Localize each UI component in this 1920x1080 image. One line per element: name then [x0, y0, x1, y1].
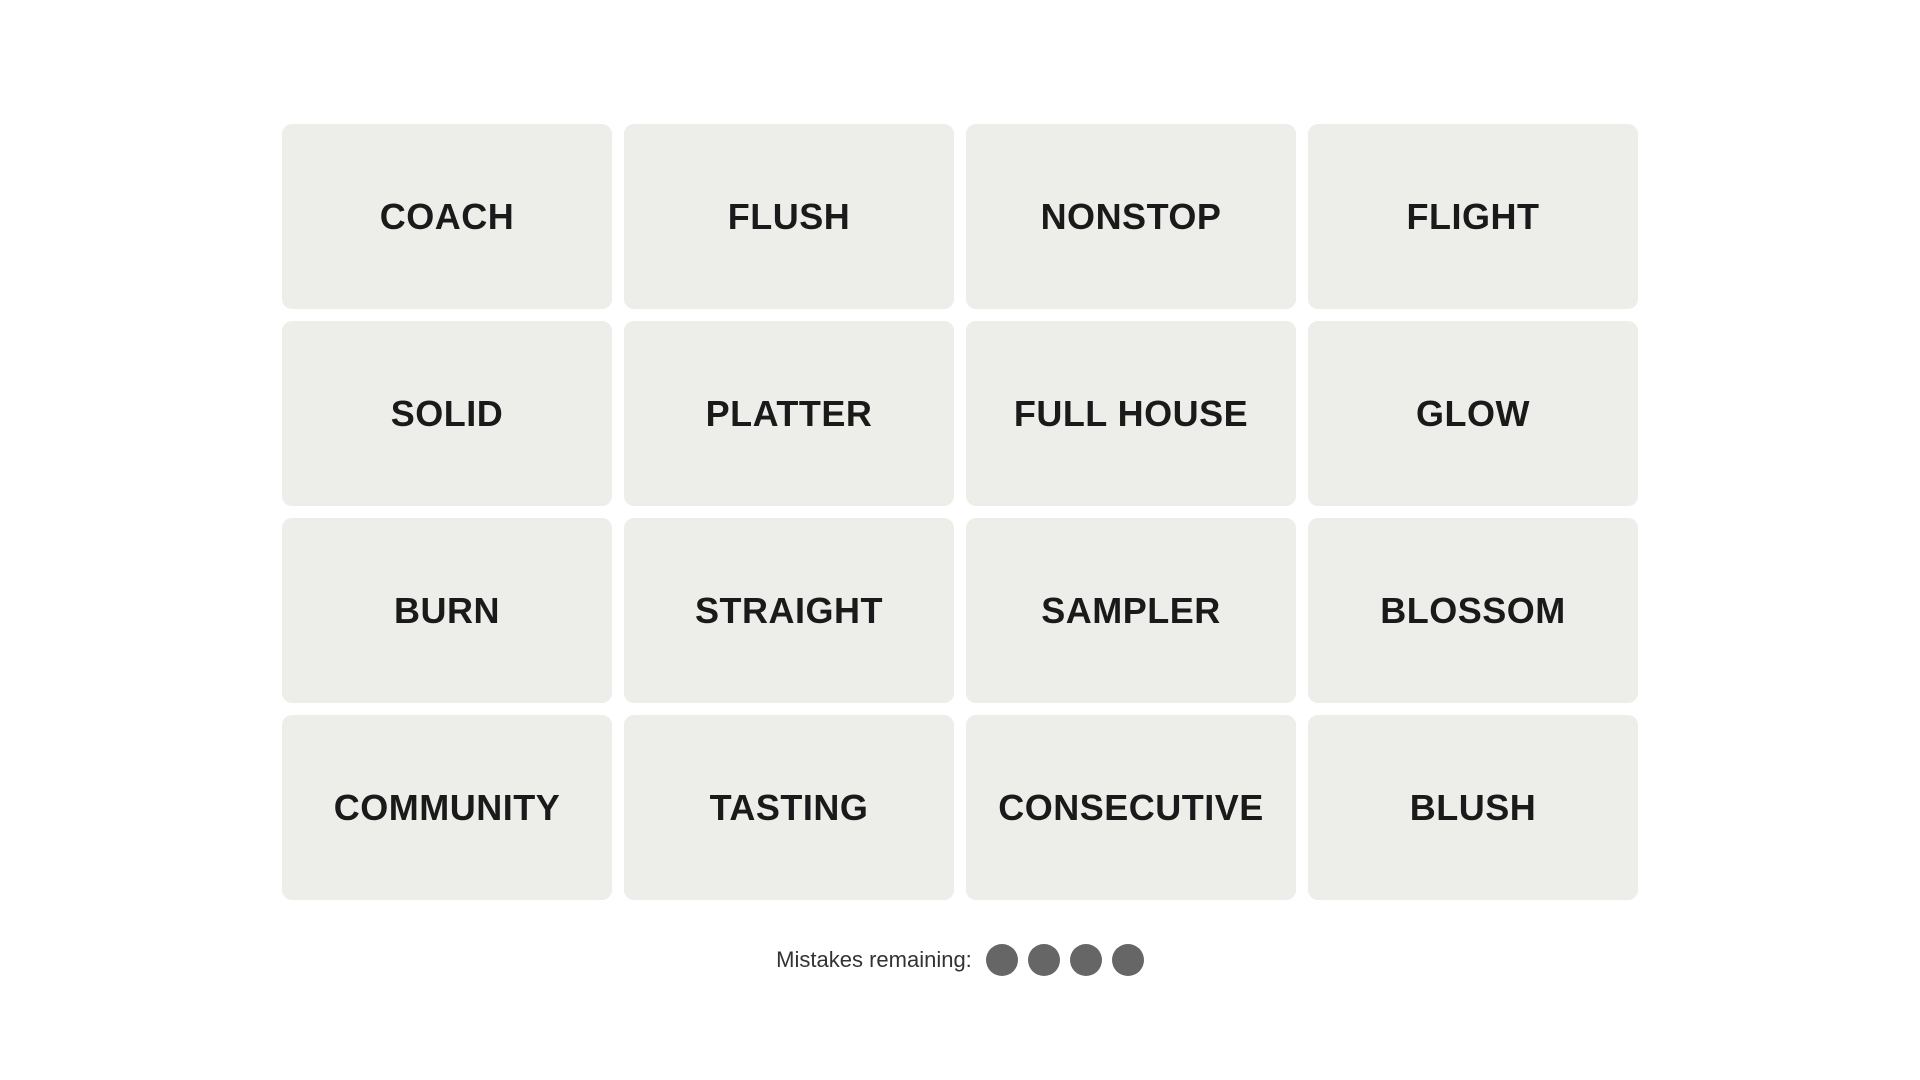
word-card-blossom[interactable]: BLOSSOM	[1308, 518, 1638, 703]
mistake-dot-1	[986, 944, 1018, 976]
mistake-dot-3	[1070, 944, 1102, 976]
mistakes-row: Mistakes remaining:	[776, 944, 1144, 976]
word-card-solid[interactable]: SOLID	[282, 321, 612, 506]
word-label-flush: FLUSH	[728, 196, 851, 238]
mistakes-dots	[986, 944, 1144, 976]
word-label-coach: COACH	[380, 196, 515, 238]
word-card-platter[interactable]: PLATTER	[624, 321, 954, 506]
word-card-nonstop[interactable]: NONSTOP	[966, 124, 1296, 309]
word-label-community: COMMUNITY	[334, 787, 560, 829]
word-card-blush[interactable]: BLUSH	[1308, 715, 1638, 900]
word-card-flush[interactable]: FLUSH	[624, 124, 954, 309]
word-label-sampler: SAMPLER	[1041, 590, 1221, 632]
word-label-nonstop: NONSTOP	[1041, 196, 1222, 238]
word-card-consecutive[interactable]: CONSECUTIVE	[966, 715, 1296, 900]
word-label-blossom: BLOSSOM	[1380, 590, 1566, 632]
mistakes-label: Mistakes remaining:	[776, 947, 972, 973]
word-card-community[interactable]: COMMUNITY	[282, 715, 612, 900]
mistake-dot-4	[1112, 944, 1144, 976]
word-label-burn: BURN	[394, 590, 500, 632]
word-label-tasting: TASTING	[710, 787, 869, 829]
word-card-straight[interactable]: STRAIGHT	[624, 518, 954, 703]
word-grid: COACH FLUSH NONSTOP FLIGHT SOLID PLATTER FULL …	[262, 104, 1658, 920]
word-card-tasting[interactable]: TASTING	[624, 715, 954, 900]
word-label-full-house: FULL HOUSE	[1014, 393, 1248, 435]
word-card-coach[interactable]: COACH	[282, 124, 612, 309]
word-card-burn[interactable]: BURN	[282, 518, 612, 703]
word-card-full-house[interactable]: FULL HOUSE	[966, 321, 1296, 506]
word-label-solid: SOLID	[391, 393, 504, 435]
word-card-sampler[interactable]: SAMPLER	[966, 518, 1296, 703]
word-label-consecutive: CONSECUTIVE	[998, 787, 1264, 829]
word-label-blush: BLUSH	[1410, 787, 1537, 829]
word-label-flight: FLIGHT	[1407, 196, 1540, 238]
word-label-glow: GLOW	[1416, 393, 1530, 435]
word-label-straight: STRAIGHT	[695, 590, 883, 632]
word-card-glow[interactable]: GLOW	[1308, 321, 1638, 506]
word-label-platter: PLATTER	[706, 393, 873, 435]
word-card-flight[interactable]: FLIGHT	[1308, 124, 1638, 309]
mistake-dot-2	[1028, 944, 1060, 976]
